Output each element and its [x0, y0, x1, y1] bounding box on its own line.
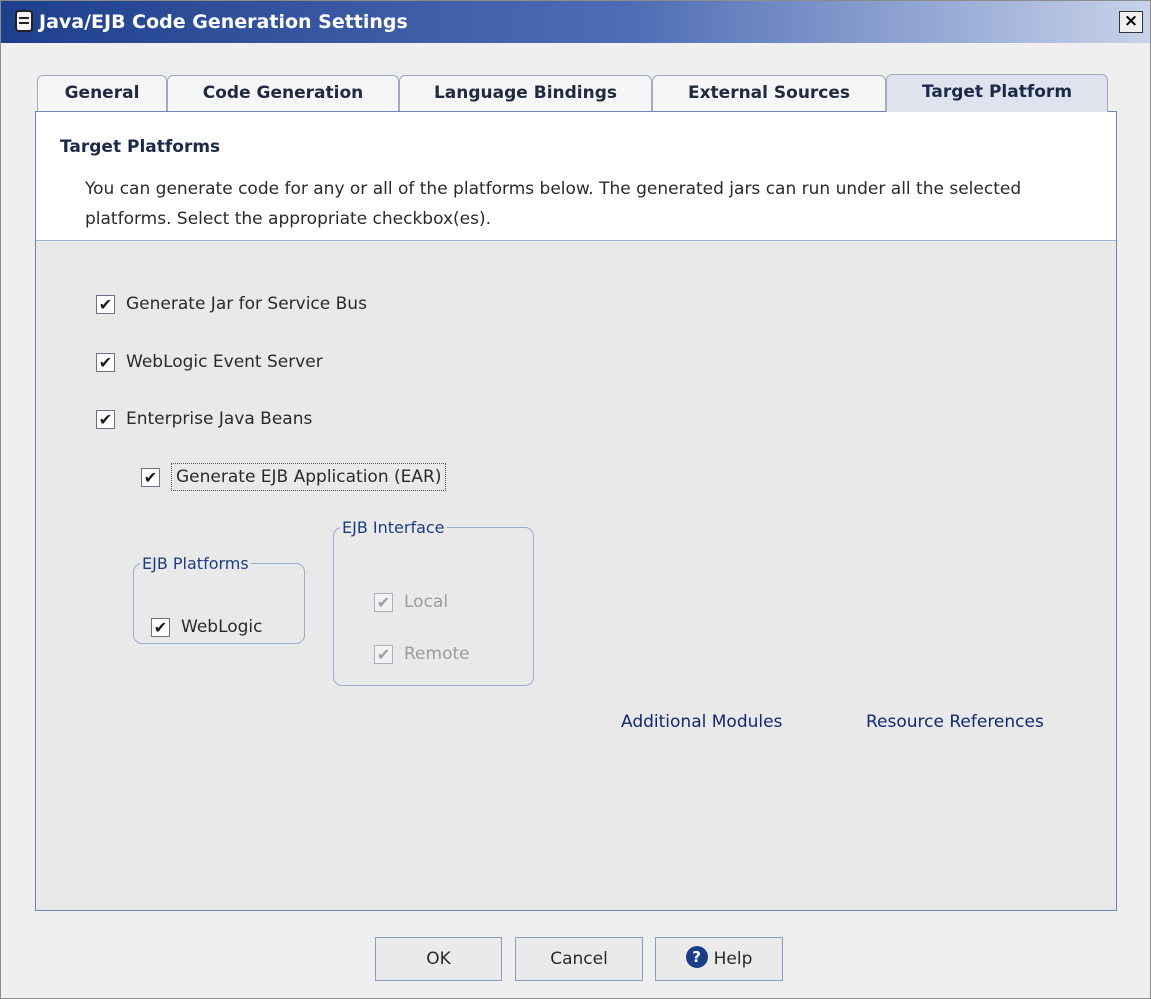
ejb-interface-group: EJB Interface ✔ Local ✔ Remote	[333, 518, 534, 686]
ear-checkbox[interactable]: ✔	[141, 468, 160, 487]
help-icon: ?	[685, 946, 708, 968]
help-label: Help	[713, 949, 753, 969]
additional-modules-link[interactable]: Additional Modules	[621, 712, 782, 732]
cancel-button[interactable]: Cancel	[515, 937, 643, 981]
tab-general[interactable]: General	[37, 75, 167, 111]
ok-button[interactable]: OK	[375, 937, 502, 981]
weblogic-label: WebLogic	[181, 617, 263, 637]
remote-label: Remote	[404, 644, 470, 664]
service-bus-label: Generate Jar for Service Bus	[126, 294, 367, 314]
ejb-interface-legend: EJB Interface	[342, 518, 445, 537]
close-button[interactable]: ×	[1119, 11, 1143, 33]
event-server-checkbox[interactable]: ✔	[96, 353, 115, 372]
tab-external-sources[interactable]: External Sources	[652, 75, 886, 111]
service-bus-checkbox[interactable]: ✔	[96, 295, 115, 314]
app-icon	[15, 10, 33, 32]
tab-language-bindings[interactable]: Language Bindings	[399, 75, 652, 111]
tab-target-platform[interactable]: Target Platform	[886, 74, 1108, 112]
event-server-label: WebLogic Event Server	[126, 352, 323, 372]
section-header: Target Platforms You can generate code f…	[36, 112, 1116, 241]
section-description: You can generate code for any or all of …	[85, 179, 1022, 229]
help-button[interactable]: ? Help	[655, 937, 783, 981]
title-bar[interactable]: Java/EJB Code Generation Settings ×	[1, 1, 1150, 43]
tab-panel: Target Platforms You can generate code f…	[35, 111, 1117, 911]
resource-references-link[interactable]: Resource References	[866, 712, 1044, 732]
ejb-platforms-group: EJB Platforms ✔ WebLogic	[133, 554, 305, 644]
ejb-checkbox[interactable]: ✔	[96, 410, 115, 429]
weblogic-checkbox[interactable]: ✔	[151, 618, 170, 637]
ejb-platforms-legend: EJB Platforms	[142, 554, 249, 573]
local-label: Local	[404, 592, 449, 612]
window-title: Java/EJB Code Generation Settings	[39, 11, 408, 33]
tab-code-generation[interactable]: Code Generation	[167, 75, 399, 111]
ear-label: Generate EJB Application (EAR)	[171, 463, 447, 491]
dialog-window: Java/EJB Code Generation Settings × Gene…	[0, 0, 1151, 999]
ejb-label: Enterprise Java Beans	[126, 409, 313, 429]
remote-checkbox[interactable]: ✔	[374, 645, 393, 664]
section-title: Target Platforms	[60, 137, 221, 157]
local-checkbox[interactable]: ✔	[374, 593, 393, 612]
